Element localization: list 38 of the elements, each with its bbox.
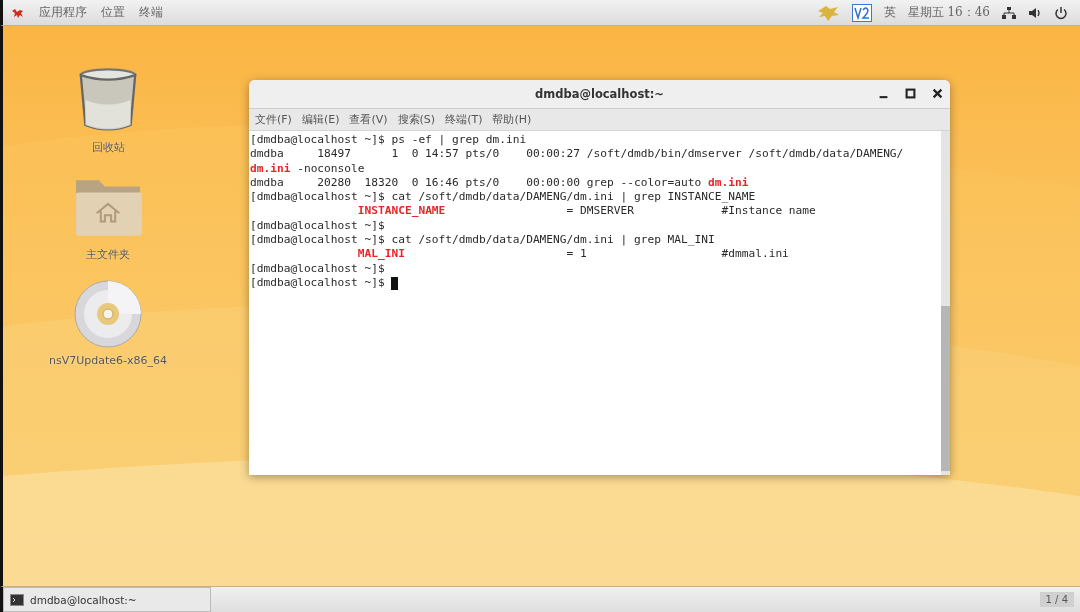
- terminal-icon: [10, 593, 24, 606]
- terminal-line: [dmdba@localhost ~]$ ps -ef | grep dm.ini: [250, 133, 527, 148]
- maximize-icon[interactable]: [904, 87, 917, 100]
- window-title: dmdba@localhost:~: [535, 87, 664, 101]
- menu-item[interactable]: 终端: [139, 4, 163, 21]
- desktop-icon-label[interactable]: nsV7Update6-x86_64: [48, 354, 167, 367]
- dragon-logo-icon[interactable]: [11, 6, 25, 19]
- menu-item[interactable]: 编辑(E): [301, 112, 340, 127]
- menu-item[interactable]: 帮助(H): [492, 112, 532, 127]
- menu-item[interactable]: 位置: [101, 4, 125, 21]
- volume-icon[interactable]: [1028, 6, 1042, 19]
- terminal-line: INSTANCE_NAME = DMSERVER #Instance name: [356, 204, 816, 219]
- network-icon[interactable]: [1002, 6, 1016, 19]
- menu-item[interactable]: 应用程序: [39, 4, 87, 21]
- terminal-line: MAL_INI = 1 #dmmal.ini: [356, 247, 789, 262]
- input-method-indicator[interactable]: 英: [883, 4, 896, 21]
- close-icon[interactable]: [931, 87, 944, 100]
- taskbar-button[interactable]: dmdba@localhost:~: [3, 587, 211, 612]
- menu-item[interactable]: 搜索(S): [397, 112, 436, 127]
- terminal-line: [dmdba@localhost ~]$: [250, 218, 385, 234]
- menu-item[interactable]: 查看(V): [349, 112, 388, 127]
- menu-item[interactable]: 文件(F): [255, 112, 292, 127]
- terminal-line: [dmdba@localhost ~]$: [250, 275, 386, 291]
- scrollbar[interactable]: [941, 131, 950, 475]
- power-icon[interactable]: [1054, 5, 1068, 20]
- terminal-line: [dmdba@localhost ~]$ cat /soft/dmdb/data/DAMENG/dm.ini | grep MAL_INI: [250, 233, 715, 248]
- v2-logo-icon[interactable]: [851, 3, 872, 22]
- terminal-line: dmdba 20280 18320 0 16:46 pts/0 00:00:00 grep --color=auto dm.ini: [250, 175, 749, 191]
- terminal-line: dmdba 18497 1 0 14:57 pts/0 00:00:27 /soft/dmdb/bin/dmserver /soft/dmdb/data/DAMENG/: [250, 147, 904, 162]
- desktop-icon-label[interactable]: 主文件夹: [86, 247, 130, 262]
- desktop-icon-label[interactable]: 回收站: [91, 140, 125, 155]
- clock[interactable]: 星期五 16：46: [907, 4, 990, 21]
- terminal-line: [dmdba@localhost ~]$: [250, 261, 385, 276]
- terminal-line: dm.ini -noconsole: [250, 161, 365, 176]
- scrollbar-thumb[interactable]: [941, 306, 950, 471]
- workspace-indicator[interactable]: 1 / 4: [1039, 592, 1074, 607]
- menu-item[interactable]: 终端(T): [445, 112, 483, 127]
- terminal-line: [dmdba@localhost ~]$ cat /soft/dmdb/data/DAMENG/dm.ini | grep INSTANCE_NAME: [250, 190, 756, 205]
